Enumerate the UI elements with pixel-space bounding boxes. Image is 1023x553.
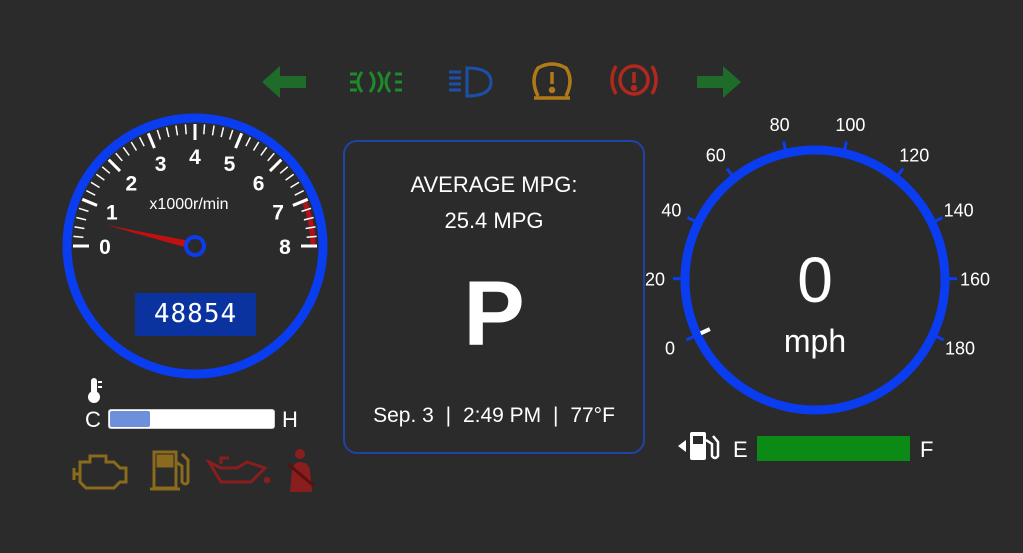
tachometer-tick (234, 132, 244, 149)
speedometer-tick-label: 180 (945, 339, 975, 359)
fuel-pump-icon (678, 432, 720, 460)
temperature-bar (108, 409, 275, 429)
separator: | (445, 404, 452, 427)
tachometer-tick-label: 8 (279, 236, 291, 259)
tachometer-tick (107, 158, 122, 173)
tachometer-tick (175, 125, 179, 136)
separator: | (553, 404, 559, 427)
speedometer-tick-label: 100 (835, 115, 865, 135)
tachometer-tick (81, 197, 98, 207)
tachometer-tick (76, 216, 87, 221)
tachometer-tick-label: 6 (253, 172, 265, 195)
bottom-indicator-bar (72, 449, 315, 492)
speedometer-tick-label: 20 (645, 269, 665, 289)
speed-value: 0 (797, 244, 833, 316)
tachometer-tick (130, 141, 138, 151)
tachometer-tick-label: 2 (126, 172, 138, 195)
tachometer-tick (74, 226, 85, 230)
brake-warning-icon (610, 64, 658, 96)
date-text: Sep. 3 (373, 404, 434, 427)
tachometer-tick (260, 146, 268, 156)
tachometer-tick (285, 173, 295, 181)
info-panel: AVERAGE MPG: 25.4 MPG P Sep. 3 | 2:49 PM… (343, 140, 645, 454)
speed-unit: mph (784, 323, 846, 359)
speedometer-tick-label: 80 (770, 115, 790, 135)
tachometer-hub (184, 235, 206, 257)
speedometer-tick-label: 0 (665, 339, 675, 359)
tire-pressure-warning-icon (532, 62, 572, 100)
tachometer-tick (101, 166, 111, 174)
tachometer-tick (306, 235, 317, 238)
tachometer-tick-label: 3 (155, 153, 167, 176)
tachometer-tick (156, 129, 162, 140)
tachometer-tick (90, 181, 100, 189)
average-mpg-value: 25.4 MPG (444, 208, 544, 233)
odometer-display: 48854 (135, 293, 256, 336)
temp-cold-label: C (85, 407, 101, 432)
speedometer-needle (699, 327, 711, 336)
tachometer-tick (115, 152, 123, 162)
tachometer-tick (290, 181, 300, 189)
tachometer-tick-label: 5 (224, 153, 236, 176)
tachometer-tick (138, 136, 145, 147)
tachometer-tick (184, 124, 187, 135)
average-mpg-label: AVERAGE MPG: (410, 172, 578, 197)
tachometer-tick (220, 127, 225, 138)
temperature-bar-fill (110, 411, 150, 427)
speedometer: 0 20 40 60 80 100 120 140 160 180 0 mph (645, 115, 990, 415)
tachometer-tick (165, 127, 170, 138)
tachometer-unit-label: x1000r/min (149, 196, 228, 213)
tachometer-tick (78, 207, 89, 213)
parking-lights-icon (350, 71, 402, 93)
fuel-empty-label: E (733, 437, 748, 462)
tachometer-needle (106, 225, 195, 250)
oil-pressure-icon (205, 456, 271, 484)
redline-zone (301, 199, 316, 247)
tachometer-tick (252, 141, 260, 151)
tachometer-tick-label: 0 (99, 236, 111, 259)
time-text: 2:49 PM (462, 404, 542, 427)
outside-temperature-text: 77°F (570, 404, 615, 427)
tachometer-tick (294, 189, 305, 196)
speedometer-tick-label: 160 (960, 269, 990, 289)
thermometer-icon (88, 378, 102, 403)
tachometer-tick-label: 1 (106, 202, 118, 225)
fuel-full-label: F (920, 437, 934, 462)
tachometer-tick (268, 158, 283, 173)
tachometer-tick (122, 146, 130, 156)
fuel-bar (757, 436, 910, 461)
tachometer-tick (211, 125, 215, 136)
tachometer-tick (228, 129, 234, 140)
tachometer-tick-label: 7 (272, 202, 284, 225)
tachometer-tick-label: 4 (189, 146, 201, 169)
check-engine-icon (72, 454, 128, 490)
fuel-bar-fill (757, 436, 910, 461)
speedometer-tick-label: 120 (899, 145, 929, 165)
low-fuel-icon (150, 450, 190, 491)
speedometer-tick-label: 60 (706, 145, 726, 165)
tachometer-tick (85, 189, 96, 196)
gear-indicator: P (463, 263, 525, 365)
tachometer-tick (146, 132, 156, 149)
seatbelt-warning-icon (287, 449, 315, 492)
temp-hot-label: H (282, 407, 298, 432)
status-line: Sep. 3 | 2:49 PM | 77°F (345, 404, 643, 428)
tachometer-tick (279, 166, 289, 174)
speedometer-tick-label: 140 (944, 201, 974, 221)
speedometer-tick-label: 40 (661, 201, 681, 221)
tachometer-tick (267, 152, 275, 162)
high-beam-icon (449, 66, 493, 98)
tachometer-tick (245, 136, 252, 147)
right-turn-signal-icon (697, 66, 741, 98)
tachometer-tick (95, 173, 105, 181)
tachometer-tick (203, 124, 206, 135)
tachometer-tick (73, 235, 84, 238)
